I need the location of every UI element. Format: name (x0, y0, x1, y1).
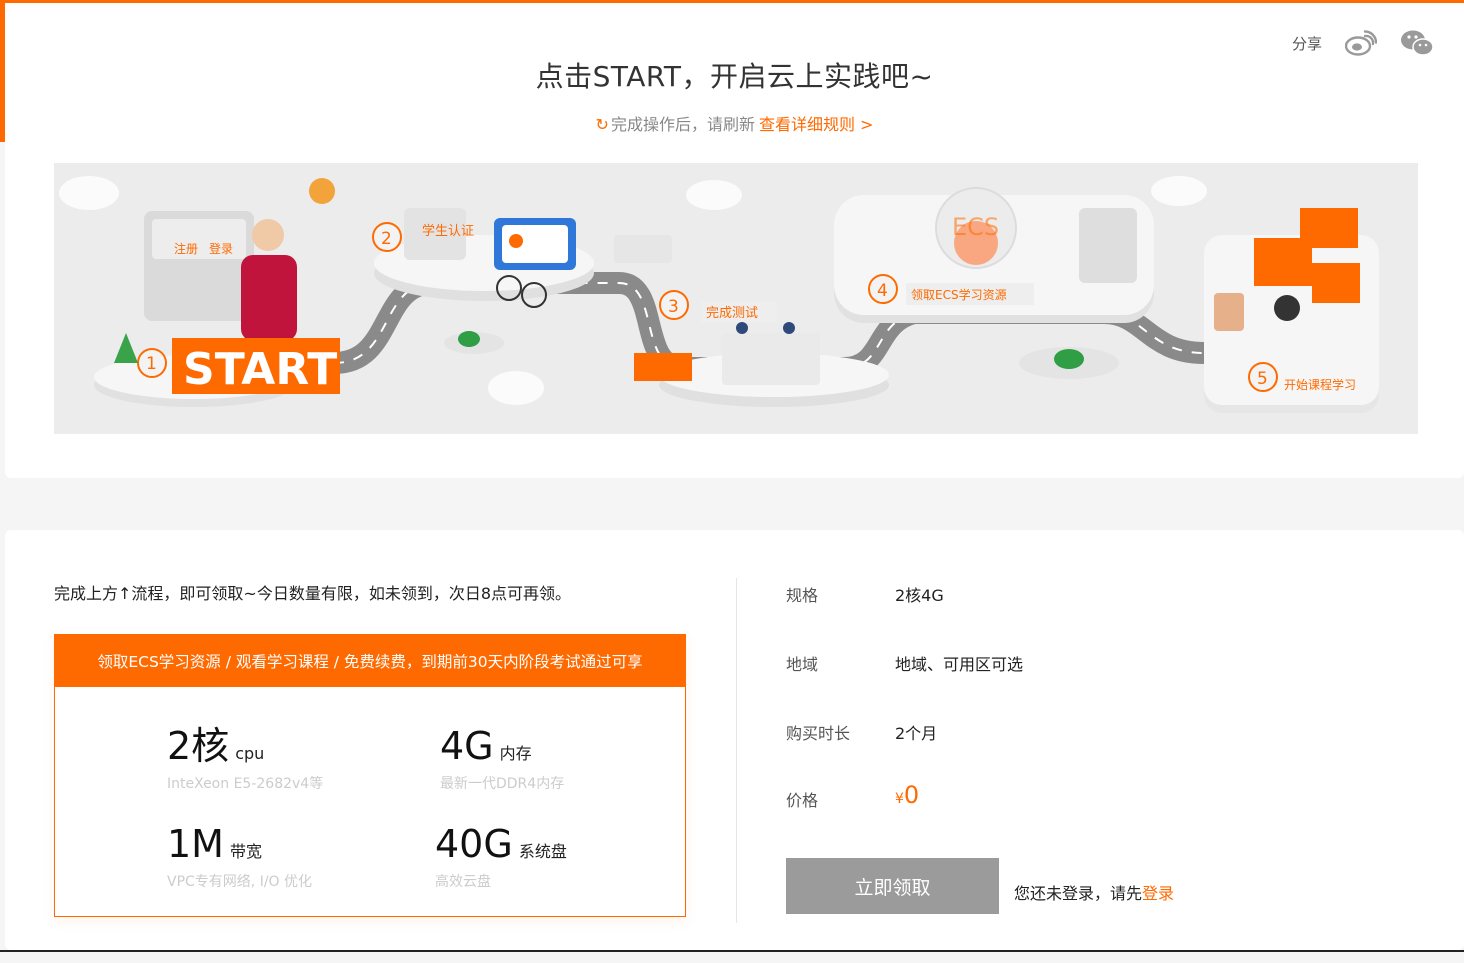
offer-card: 完成上方↑流程，即可领取~今日数量有限，如未领到，次日8点可再领。 领取ECS学… (5, 530, 1464, 950)
spec-box-title: 领取ECS学习资源 / 观看学习课程 / 免费续费，到期前30天内阶段考试通过可… (55, 635, 685, 687)
spec-bandwidth-value: 1M (167, 822, 224, 866)
spec-box: 领取ECS学习资源 / 观看学习课程 / 免费续费，到期前30天内阶段考试通过可… (54, 634, 686, 917)
detail-duration-value: 2个月 (895, 724, 938, 743)
detail-duration-label: 购买时长 (786, 724, 851, 743)
spec-bandwidth-desc: VPC专有网络, I/O 优化 (167, 874, 313, 890)
wechat-icon[interactable] (1400, 29, 1434, 57)
login-card-label: 登录 (209, 241, 233, 256)
spec-cpu: 2核 cpu InteXeon E5-2682v4等 (167, 727, 323, 793)
spec-cpu-desc: InteXeon E5-2682v4等 (167, 776, 324, 792)
price-currency: ¥ (895, 791, 904, 807)
detail-spec-value: 2核4G (895, 586, 944, 605)
step-1-num: 1 (146, 354, 157, 374)
start-label: START (183, 344, 337, 395)
spec-disk-value: 40G (435, 822, 513, 866)
rules-link[interactable]: 查看详细规则 > (759, 115, 874, 134)
weibo-icon[interactable] (1344, 29, 1378, 57)
spec-memory-unit: 内存 (499, 744, 532, 763)
top-card: 分享 点击START，开启云上实践吧~ ↻完成操作后，请刷新查看详细规则 > (5, 0, 1464, 478)
detail-spec-label: 规格 (786, 586, 819, 605)
step-4-num: 4 (877, 281, 888, 301)
spec-memory-desc: 最新一代DDR4内存 (440, 776, 565, 792)
detail-price-label: 价格 (786, 791, 819, 810)
spec-bandwidth: 1M 带宽 VPC专有网络, I/O 优化 (167, 825, 312, 891)
process-illustration: 注册 登录 START 1 2 学生认证 3 完成测试 ECS 4 领取ECS学… (59, 176, 1379, 413)
register-label: 注册 (174, 241, 198, 256)
share-bar: 分享 (1292, 29, 1434, 57)
step-2-num: 2 (381, 229, 392, 249)
login-hint: 您还未登录，请先登录 (1014, 880, 1174, 904)
spec-disk-desc: 高效云盘 (435, 874, 491, 890)
claim-button[interactable]: 立即领取 (786, 858, 999, 914)
page-bottom-border (0, 950, 1464, 952)
step-5-num: 5 (1257, 369, 1268, 389)
price-value: ¥0 (895, 781, 919, 809)
left-accent-bar (0, 0, 5, 142)
spec-bandwidth-unit: 带宽 (229, 842, 262, 861)
refresh-icon[interactable]: ↻ (596, 115, 609, 134)
page-subtitle: ↻ 完成操作后，请刷新 查看详细规则 > (5, 111, 1464, 135)
detail-region-label: 地域 (786, 655, 819, 674)
page-title: 点击START，开启云上实践吧~ (535, 60, 934, 93)
subtitle-text: 完成操作后，请刷新 (610, 115, 755, 134)
login-link[interactable]: 登录 (1142, 884, 1174, 903)
step-5-label: 开始课程学习 (1284, 377, 1356, 392)
spec-disk: 40G 系统盘 高效云盘 (435, 825, 567, 891)
spec-cpu-unit: cpu (235, 744, 265, 763)
spec-memory: 4G 内存 最新一代DDR4内存 (440, 727, 564, 793)
step-3-num: 3 (668, 297, 679, 317)
ecs-label: ECS (952, 213, 999, 241)
share-label: 分享 (1291, 34, 1322, 53)
login-hint-text: 您还未登录，请先 (1014, 884, 1143, 903)
process-banner: 注册 登录 START 1 2 学生认证 3 完成测试 ECS 4 领取ECS学… (54, 163, 1418, 434)
spec-cpu-value: 2核 (167, 724, 230, 768)
detail-region-value: 地域、可用区可选 (895, 655, 1024, 674)
step-4-label: 领取ECS学习资源 (911, 287, 1007, 302)
step-2-label: 学生认证 (422, 223, 474, 239)
offer-intro: 完成上方↑流程，即可领取~今日数量有限，如未领到，次日8点可再领。 (54, 584, 571, 603)
step-3-label: 完成测试 (706, 306, 758, 321)
price-amount: 0 (903, 781, 920, 809)
spec-disk-unit: 系统盘 (518, 842, 567, 861)
column-divider (736, 578, 737, 923)
spec-memory-value: 4G (440, 724, 494, 768)
